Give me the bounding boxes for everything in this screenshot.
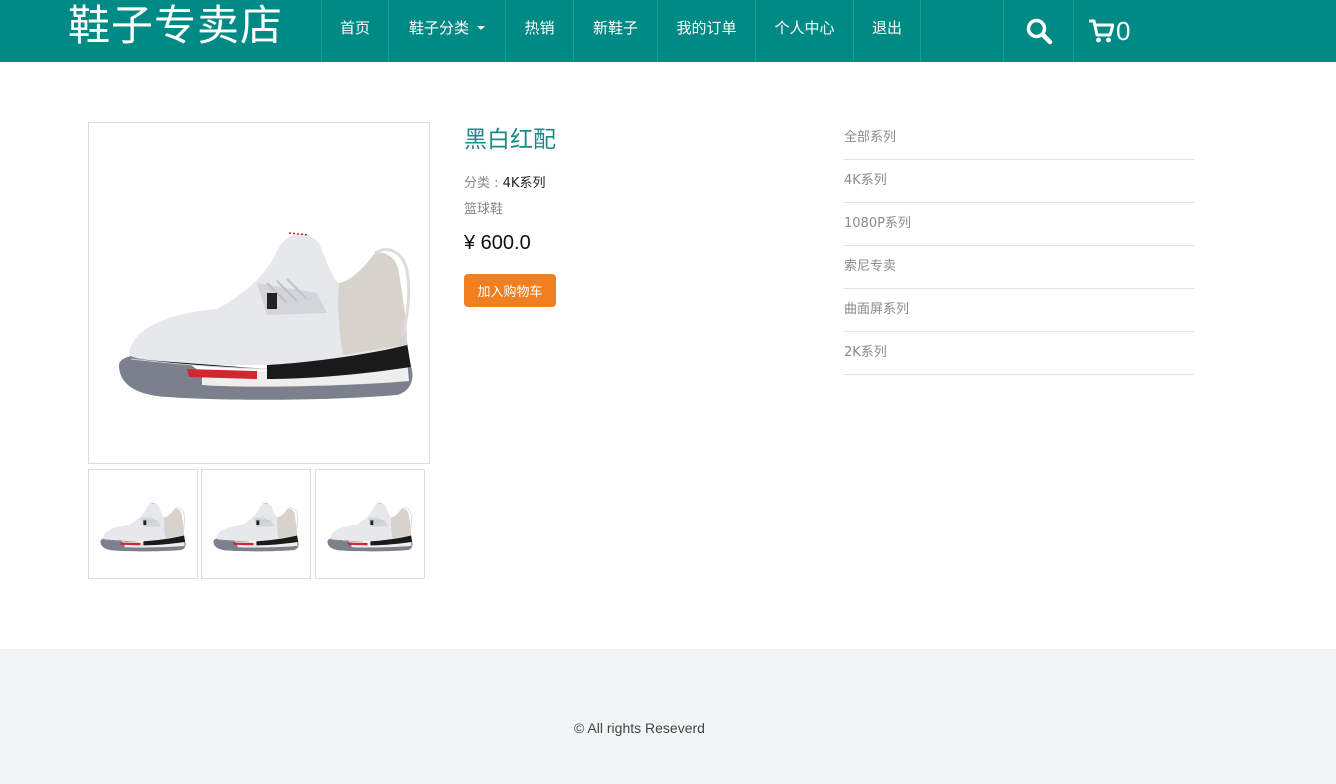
product-thumbnail-3[interactable] [315,469,425,579]
copyright-text: © All rights Reseverd [574,720,705,736]
nav-new-shoes[interactable]: 新鞋子 [573,0,657,62]
shoe-thumbnail-3 [327,502,414,552]
search-icon [1026,18,1052,45]
nav-shoe-categories[interactable]: 鞋子分类 [388,0,505,62]
sidebar-item-4k[interactable]: 4K系列 [844,160,1194,203]
category-sidebar: 全部系列 4K系列 1080P系列 索尼专卖 曲面屏系列 2K系列 [844,117,1194,375]
nav-home[interactable]: 首页 [321,0,388,62]
cart-count: 0 [1116,15,1131,46]
sidebar-item-1080p[interactable]: 1080P系列 [844,203,1194,246]
main-nav: 首页 鞋子分类 热销 新鞋子 我的订单 个人中心 退出 [321,0,921,62]
page-footer: © All rights Reseverd [0,649,1336,784]
cart-button[interactable]: 0 [1073,0,1143,62]
nav-logout-label: 退出 [871,18,902,37]
add-to-cart-button[interactable]: 加入购物车 [464,274,556,307]
shoe-thumbnail-1 [100,502,187,552]
shoe-thumbnail-2 [213,502,300,552]
product-main-image[interactable] [88,122,430,464]
top-navigation-bar: 鞋子专卖店 首页 鞋子分类 热销 新鞋子 我的订单 个人中心 退出 0 [0,0,1336,62]
product-thumbnail-2[interactable] [201,469,311,579]
nav-hot-sales-label: 热销 [524,18,555,37]
nav-shoe-categories-label: 鞋子分类 [408,18,469,37]
nav-personal-center-label: 个人中心 [774,18,835,37]
nav-my-orders-label: 我的订单 [676,18,737,37]
product-title: 黑白红配 [464,127,556,153]
sidebar-item-all[interactable]: 全部系列 [844,117,1194,160]
product-category: 分类 : 4K系列 [464,172,545,191]
header-tools: 0 [1003,0,1143,62]
caret-down-icon [477,26,485,30]
sidebar-item-curved[interactable]: 曲面屏系列 [844,289,1194,332]
nav-hot-sales[interactable]: 热销 [505,0,573,62]
nav-logout[interactable]: 退出 [853,0,921,62]
product-category-label: 分类 : [464,176,503,191]
product-category-value[interactable]: 4K系列 [503,176,546,191]
sidebar-item-sony[interactable]: 索尼专卖 [844,246,1194,289]
product-type: 篮球鞋 [464,202,504,217]
sidebar-item-2k[interactable]: 2K系列 [844,332,1194,375]
nav-new-shoes-label: 新鞋子 [592,18,638,37]
search-button[interactable] [1003,0,1073,62]
shoe-photo [117,231,414,402]
nav-home-label: 首页 [339,18,370,37]
cart-icon [1089,19,1114,43]
brand-logo-text[interactable]: 鞋子专卖店 [68,0,283,62]
nav-my-orders[interactable]: 我的订单 [657,0,755,62]
product-price: ¥ 600.0 [464,232,531,254]
product-thumbnail-1[interactable] [88,469,198,579]
nav-personal-center[interactable]: 个人中心 [755,0,853,62]
